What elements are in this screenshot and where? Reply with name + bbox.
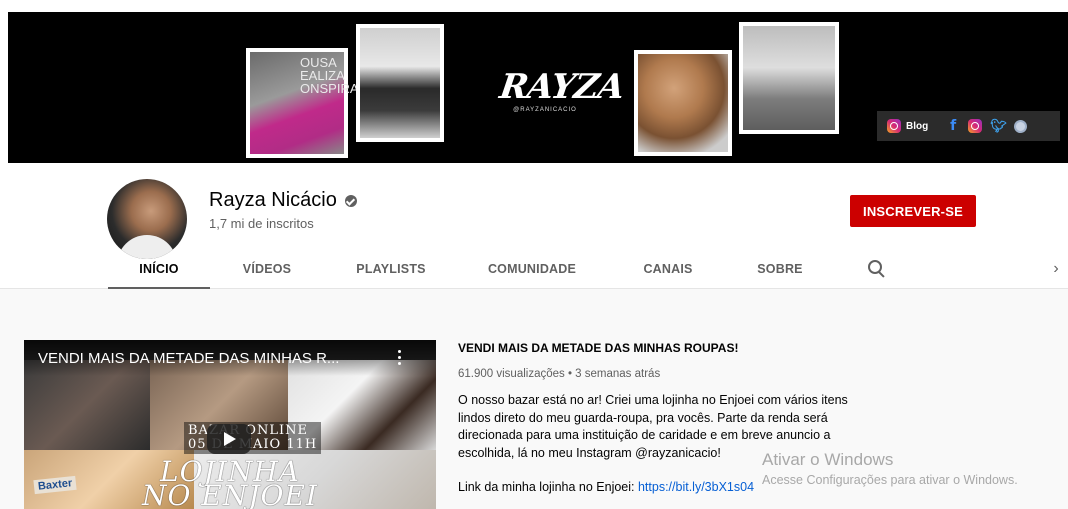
- facebook-icon: f: [950, 118, 957, 134]
- banner-link-facebook[interactable]: f: [946, 119, 960, 133]
- banner-links: Blog f 🐦︎: [877, 111, 1060, 141]
- video-link[interactable]: https://bit.ly/3bX1s04: [638, 480, 754, 494]
- featured-video-player[interactable]: Baxter BAZAR ONLINE 05 DE MAIO 11H LOJIN…: [24, 340, 436, 509]
- tab-playlists[interactable]: PLAYLISTS: [340, 249, 442, 289]
- subscribe-button[interactable]: INSCREVER-SE: [850, 195, 976, 227]
- banner-link-blog[interactable]: Blog: [887, 119, 928, 133]
- banner-photo-1: OUSA EALIZA ONSPIRAC: [246, 48, 368, 158]
- subscriber-count: 1,7 mi de inscritos: [209, 216, 314, 231]
- brand-handle: @RAYZANICACIO: [513, 107, 577, 113]
- channel-name: Rayza Nicácio: [209, 189, 357, 212]
- brand-logo: RAYZA @RAYZANICACIO: [497, 67, 627, 128]
- watermark-line-1: Ativar o Windows: [762, 450, 894, 469]
- banner-photo-2: [356, 24, 444, 142]
- banner-photo-4: [739, 22, 839, 134]
- tab-videos[interactable]: VÍDEOS: [222, 249, 312, 289]
- instagram-icon: [968, 119, 983, 133]
- tab-inicio[interactable]: INÍCIO: [108, 249, 210, 289]
- channel-name-text: Rayza Nicácio: [209, 189, 337, 211]
- tab-comunidade[interactable]: COMUNIDADE: [470, 249, 594, 289]
- channel-tabs: INÍCIO VÍDEOS PLAYLISTS COMUNIDADE CANAI…: [0, 249, 1068, 289]
- search-icon[interactable]: [862, 255, 892, 283]
- channel-banner: OUSA EALIZA ONSPIRAC RAYZA @RAYZANICACIO…: [0, 0, 1068, 163]
- video-meta: 61.900 visualizações • 3 semanas atrás: [458, 368, 661, 380]
- play-button[interactable]: [207, 424, 251, 454]
- youtube-channel-page: OUSA EALIZA ONSPIRAC RAYZA @RAYZANICACIO…: [0, 0, 1068, 509]
- more-vert-icon[interactable]: [394, 349, 404, 367]
- banner-link-blog-label: Blog: [906, 120, 929, 132]
- video-title[interactable]: VENDI MAIS DA METADE DAS MINHAS ROUPAS!: [458, 340, 1058, 356]
- twitter-icon: 🐦︎: [990, 118, 1007, 133]
- video-link-prefix: Link da minha lojinha no Enjoei:: [458, 480, 638, 494]
- chevron-right-icon[interactable]: ›: [1046, 257, 1066, 281]
- banner-link-website[interactable]: [1014, 119, 1028, 133]
- thumb-bazar-text: BAZAR ONLINE 05 DE MAIO 11H: [184, 422, 322, 454]
- banner-photo-3: [634, 50, 732, 156]
- tab-sobre[interactable]: SOBRE: [740, 249, 820, 289]
- channel-avatar[interactable]: [107, 179, 187, 259]
- brand-logo-mark: RAYZA: [497, 67, 627, 107]
- video-overlay-title[interactable]: VENDI MAIS DA METADE DAS MINHAS R...: [24, 340, 436, 376]
- verified-check-icon: [344, 194, 357, 207]
- video-overlay-title-text: VENDI MAIS DA METADE DAS MINHAS R...: [38, 350, 340, 367]
- thumb-lojinha-text: LOJINHA NO ENJOEI: [142, 455, 318, 509]
- channel-header: Rayza Nicácio 1,7 mi de inscritos INSCRE…: [0, 163, 1068, 289]
- tab-canais[interactable]: CANAIS: [628, 249, 708, 289]
- banner-link-twitter[interactable]: 🐦︎: [990, 118, 1007, 133]
- banner-link-instagram[interactable]: [968, 119, 983, 133]
- watermark-line-2: Acesse Configurações para ativar o Windo…: [762, 473, 1018, 487]
- instagram-icon: [887, 119, 901, 133]
- globe-icon: [1014, 119, 1028, 133]
- windows-activation-watermark: Ativar o Windows Acesse Configurações pa…: [762, 450, 1018, 489]
